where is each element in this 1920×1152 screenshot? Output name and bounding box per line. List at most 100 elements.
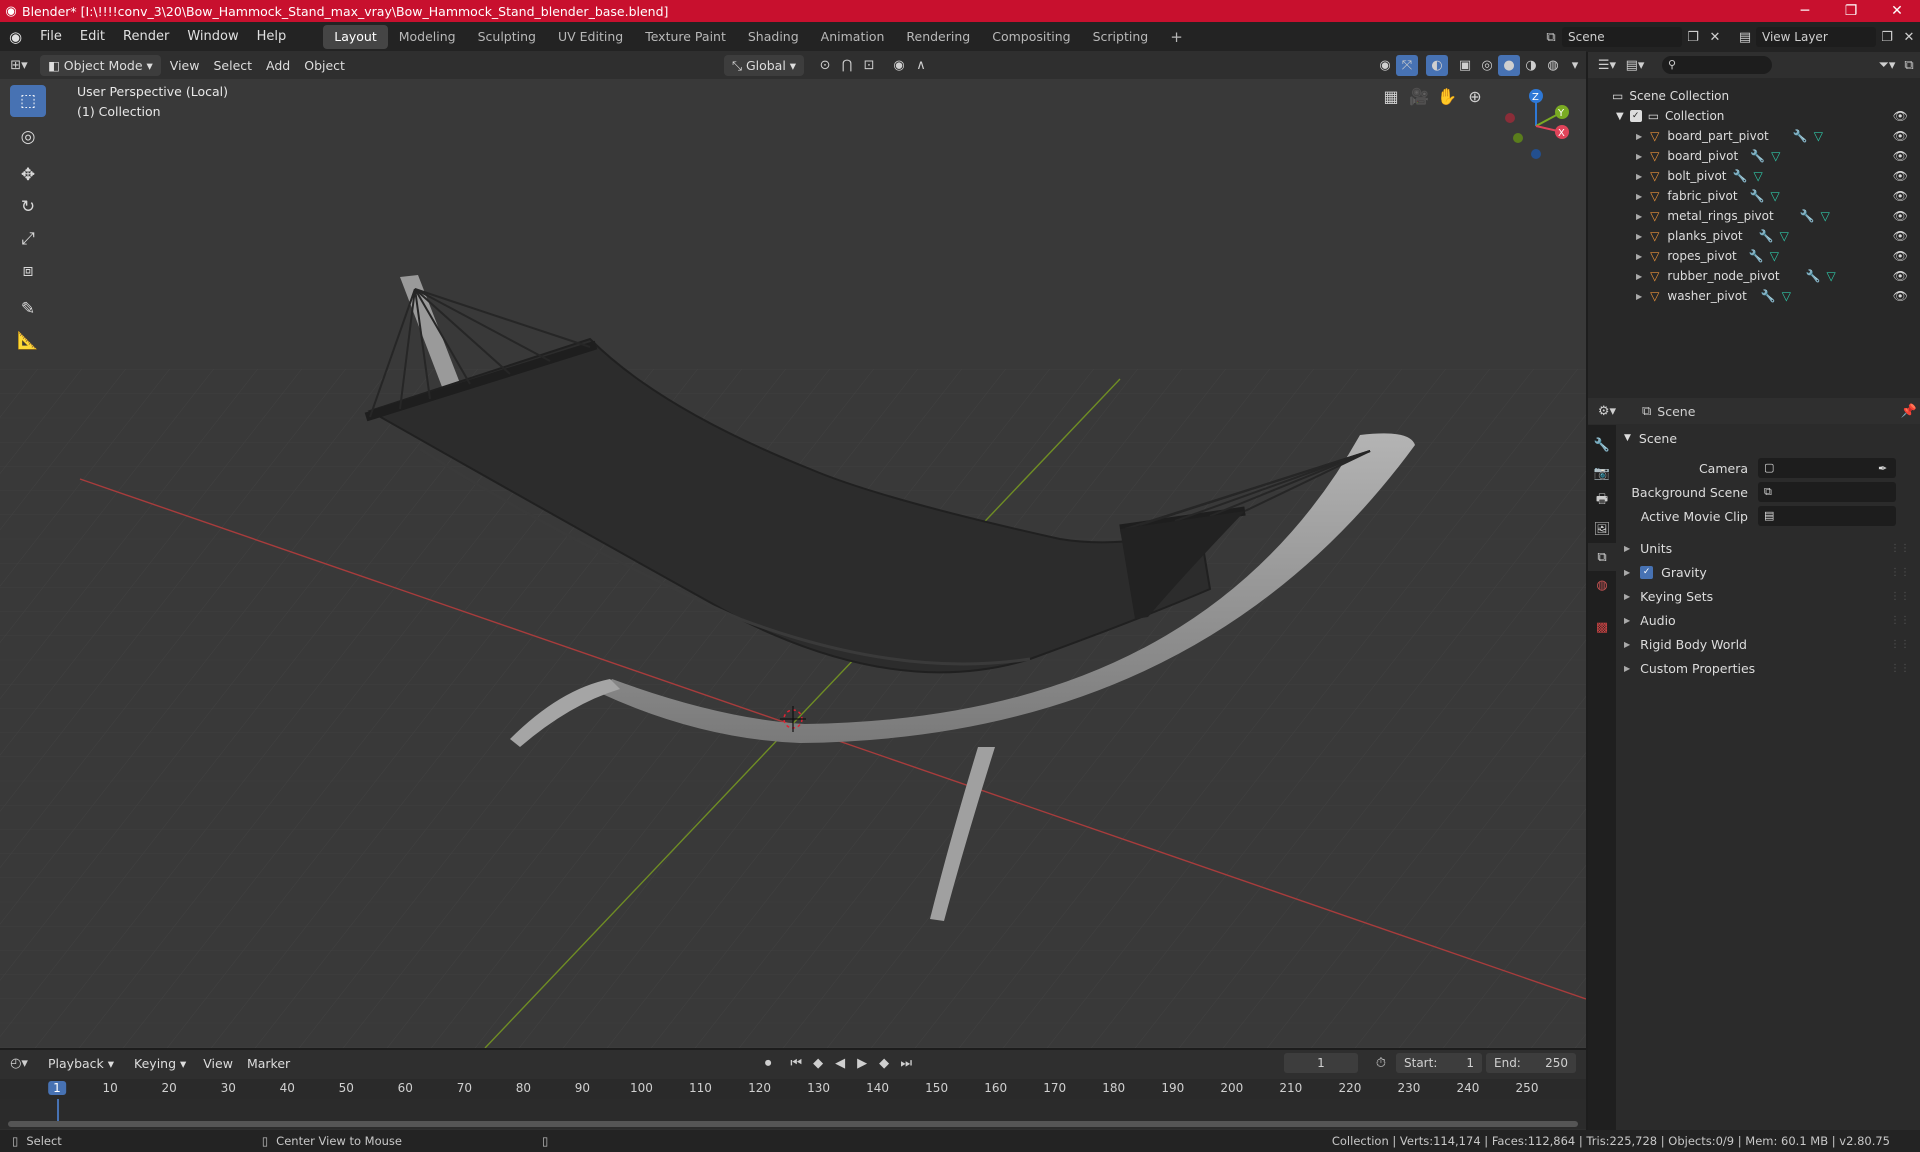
- drag-handle-icon[interactable]: ⋮⋮: [1890, 663, 1910, 674]
- 3d-viewport[interactable]: [0, 79, 1586, 1048]
- menu-object[interactable]: Object: [297, 55, 352, 76]
- tree-expand-arrow-icon[interactable]: ▶: [1636, 152, 1642, 161]
- tree-expand-arrow-icon[interactable]: ▶: [1636, 272, 1642, 281]
- navigation-gizmo[interactable]: Z Y X: [1496, 86, 1576, 166]
- outliner-object-row[interactable]: ▶ ▽ fabric_pivot 🔧 ▽ 👁: [1588, 186, 1920, 206]
- add-workspace-icon[interactable]: +: [1159, 25, 1194, 49]
- modifier-wrench-icon[interactable]: 🔧: [1750, 189, 1765, 203]
- drag-handle-icon[interactable]: ⋮⋮: [1890, 615, 1910, 626]
- tab-sculpting[interactable]: Sculpting: [467, 25, 547, 49]
- collapse-arrow-icon[interactable]: ▼: [1616, 111, 1624, 122]
- play-icon[interactable]: ▶: [851, 1053, 873, 1074]
- modifier-wrench-icon[interactable]: 🔧: [1759, 229, 1774, 243]
- drag-handle-icon[interactable]: ⋮⋮: [1890, 639, 1910, 650]
- close-button[interactable]: ✕: [1874, 3, 1920, 19]
- tab-modeling[interactable]: Modeling: [388, 25, 467, 49]
- new-view-layer-icon[interactable]: ❐: [1876, 27, 1898, 48]
- collection-checkbox[interactable]: ✓: [1629, 110, 1642, 122]
- modifier-wrench-icon[interactable]: 🔧: [1793, 129, 1808, 143]
- tree-expand-arrow-icon[interactable]: ▶: [1636, 172, 1642, 181]
- new-scene-icon[interactable]: ❐: [1682, 27, 1704, 48]
- new-collection-icon[interactable]: ⧉: [1898, 55, 1920, 76]
- transform-tool-icon[interactable]: ⧈: [10, 255, 46, 287]
- menu-add[interactable]: Add: [259, 55, 297, 76]
- property-section-rigid-body-world[interactable]: ▶ Rigid Body World ⋮⋮: [1618, 632, 1918, 656]
- view-layer-icon[interactable]: ▤: [1734, 27, 1756, 48]
- record-icon[interactable]: ⏺: [757, 1053, 779, 1074]
- cursor-tool-icon[interactable]: ◎: [10, 121, 46, 153]
- menu-edit[interactable]: Edit: [71, 22, 114, 52]
- world-tab-icon[interactable]: ◍: [1588, 571, 1616, 599]
- output-tab-icon[interactable]: 🖶: [1588, 487, 1616, 515]
- outliner-object-row[interactable]: ▶ ▽ bolt_pivot 🔧 ▽ 👁: [1588, 166, 1920, 186]
- modifier-wrench-icon[interactable]: 🔧: [1749, 249, 1764, 263]
- zoom-icon[interactable]: ⊕: [1464, 86, 1486, 107]
- section-expand-arrow-icon[interactable]: ▶: [1624, 544, 1630, 553]
- tree-expand-arrow-icon[interactable]: ▶: [1636, 252, 1642, 261]
- mesh-data-icon[interactable]: ▽: [1821, 209, 1830, 223]
- stopwatch-icon[interactable]: ⏱: [1370, 1053, 1392, 1074]
- property-section-units[interactable]: ▶ Units ⋮⋮: [1618, 536, 1918, 560]
- tab-compositing[interactable]: Compositing: [981, 25, 1081, 49]
- scene-panel-header[interactable]: ▼ Scene: [1618, 426, 1918, 450]
- drag-handle-icon[interactable]: ⋮⋮: [1890, 543, 1910, 554]
- pan-hand-icon[interactable]: ✋: [1436, 86, 1458, 107]
- modifier-wrench-icon[interactable]: 🔧: [1800, 209, 1815, 223]
- render-tab-icon[interactable]: 📷: [1588, 459, 1616, 487]
- start-frame-field[interactable]: Start: 1: [1396, 1053, 1482, 1073]
- editor-type-icon[interactable]: ⊞▾: [8, 55, 30, 76]
- tab-animation[interactable]: Animation: [810, 25, 896, 49]
- properties-editor-icon[interactable]: ⚙▾: [1596, 401, 1618, 422]
- timeline-scrollbar[interactable]: [8, 1121, 1578, 1127]
- mesh-data-icon[interactable]: ▽: [1780, 229, 1789, 243]
- mesh-data-icon[interactable]: ▽: [1782, 289, 1791, 303]
- frame-ruler[interactable]: 1 10 20 30 40 50 60 70 80 90 100 110 120 130 140 150 160…: [0, 1079, 1586, 1099]
- snap-target-icon[interactable]: ⊡: [858, 55, 880, 76]
- menu-select[interactable]: Select: [206, 55, 259, 76]
- tab-layout[interactable]: Layout: [323, 25, 388, 49]
- background-scene-field[interactable]: ⧉: [1758, 482, 1896, 502]
- texture-tab-icon[interactable]: ▩: [1588, 613, 1616, 641]
- tab-shading[interactable]: Shading: [737, 25, 810, 49]
- section-expand-arrow-icon[interactable]: ▶: [1624, 592, 1630, 601]
- snap-icon[interactable]: ⋂: [836, 55, 858, 76]
- view-layer-field[interactable]: View Layer: [1756, 27, 1876, 47]
- eye-icon[interactable]: 👁: [1893, 209, 1908, 223]
- rotate-tool-icon[interactable]: ↻: [10, 191, 46, 223]
- scene-tab-icon[interactable]: ⧉: [1588, 543, 1616, 571]
- eye-icon[interactable]: 👁: [1893, 149, 1908, 163]
- tree-expand-arrow-icon[interactable]: ▶: [1636, 212, 1642, 221]
- eye-icon[interactable]: 👁: [1893, 269, 1908, 283]
- measure-tool-icon[interactable]: 📐: [10, 325, 46, 357]
- prev-keyframe-icon[interactable]: ◆: [807, 1053, 829, 1074]
- pivot-point-icon[interactable]: ⊙: [814, 55, 836, 76]
- delete-scene-icon[interactable]: ✕: [1704, 27, 1726, 48]
- tree-expand-arrow-icon[interactable]: ▶: [1636, 192, 1642, 201]
- modifier-wrench-icon[interactable]: 🔧: [1733, 169, 1748, 183]
- tab-scripting[interactable]: Scripting: [1082, 25, 1160, 49]
- play-reverse-icon[interactable]: ◀: [829, 1053, 851, 1074]
- tree-expand-arrow-icon[interactable]: ▶: [1636, 292, 1642, 301]
- drag-handle-icon[interactable]: ⋮⋮: [1890, 567, 1910, 578]
- filter-icon[interactable]: ⏷▾: [1876, 55, 1898, 76]
- active-movie-clip-field[interactable]: ▤: [1758, 506, 1896, 526]
- eye-icon[interactable]: 👁: [1893, 129, 1908, 143]
- gizmo-toggle-icon[interactable]: ⤧: [1396, 54, 1418, 76]
- select-box-tool-icon[interactable]: ⬚: [10, 85, 46, 117]
- mesh-data-icon[interactable]: ▽: [1826, 269, 1835, 283]
- outliner-editor-icon[interactable]: ☰▾: [1596, 55, 1618, 76]
- property-section-keying-sets[interactable]: ▶ Keying Sets ⋮⋮: [1618, 584, 1918, 608]
- outliner-search-input[interactable]: ⚲: [1662, 56, 1772, 74]
- timeline-view-menu[interactable]: View: [196, 1053, 240, 1074]
- property-section-audio[interactable]: ▶ Audio ⋮⋮: [1618, 608, 1918, 632]
- shading-solid-icon[interactable]: ●: [1498, 54, 1520, 76]
- timeline-scroll-area[interactable]: [0, 1099, 1586, 1129]
- section-expand-arrow-icon[interactable]: ▶: [1624, 616, 1630, 625]
- eye-icon[interactable]: 👁: [1893, 249, 1908, 263]
- timeline-editor-icon[interactable]: ◴▾: [8, 1053, 30, 1074]
- proportional-edit-icon[interactable]: ◉: [888, 55, 910, 76]
- section-expand-arrow-icon[interactable]: ▶: [1624, 640, 1630, 649]
- mesh-data-icon[interactable]: ▽: [1771, 189, 1780, 203]
- view-layer-tab-icon[interactable]: 🖼: [1588, 515, 1616, 543]
- move-tool-icon[interactable]: ✥: [10, 159, 46, 191]
